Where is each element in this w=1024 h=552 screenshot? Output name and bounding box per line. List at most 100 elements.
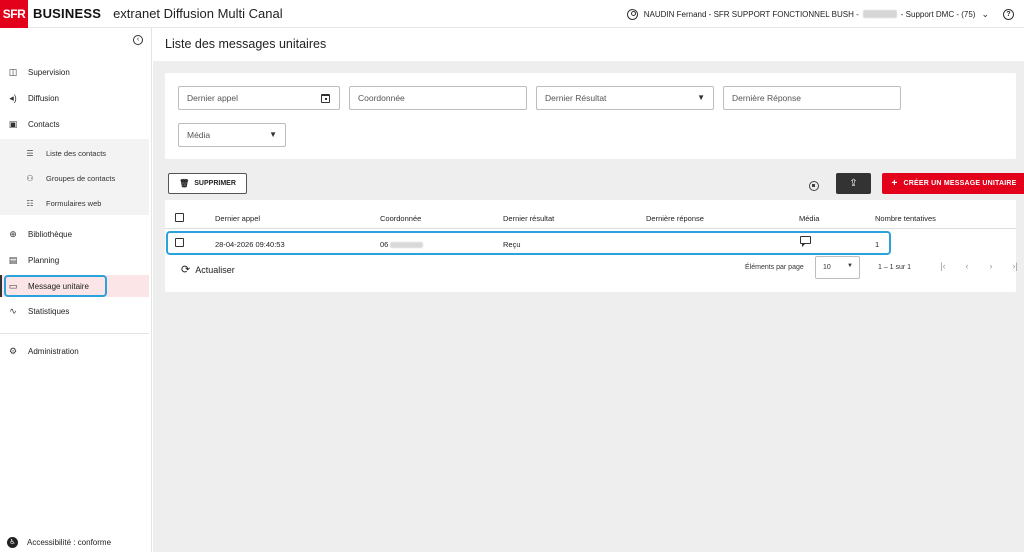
sidebar-item-administration[interactable]: ⚙ Administration	[0, 340, 152, 362]
contacts-icon: ▣	[8, 118, 18, 129]
last-page-icon[interactable]: ›|	[1003, 261, 1024, 271]
user-menu[interactable]: NAUDIN Fernand - SFR SUPPORT FONCTIONNEL…	[626, 0, 1014, 28]
sidebar-subitem-label: Formulaires web	[46, 198, 102, 208]
column-header[interactable]: Dernier appel	[215, 214, 260, 223]
page-title: Liste des messages unitaires	[165, 37, 327, 51]
field-placeholder: Coordonnée	[358, 93, 405, 103]
column-header[interactable]: Dernier résultat	[503, 214, 554, 223]
refresh-button[interactable]: ⟳ Actualiser	[181, 263, 235, 276]
app-title: extranet Diffusion Multi Canal	[113, 6, 283, 21]
logo-sfr-text: SFR	[2, 6, 26, 21]
table-header: Dernier appel Coordonnée Dernier résulta…	[165, 205, 1016, 229]
dernier-resultat-select[interactable]: Dernier Résultat ▼	[536, 86, 714, 110]
plus-icon: +	[891, 178, 898, 189]
delete-button[interactable]: 🗑 SUPPRIMER	[168, 173, 247, 194]
trash-icon: 🗑	[179, 179, 190, 188]
sidebar-item-message-unitaire[interactable]: ▭ Message unitaire	[0, 275, 149, 297]
items-per-page-select[interactable]: 10 ▼	[815, 256, 860, 279]
items-per-page-value: 10	[823, 264, 831, 271]
redacted-text	[862, 10, 897, 18]
user-name-prefix: NAUDIN Fernand - SFR SUPPORT FONCTIONNEL…	[643, 9, 859, 19]
column-header[interactable]: Dernière réponse	[646, 214, 704, 223]
field-placeholder: Dernier Résultat	[545, 93, 607, 103]
accessibility-status[interactable]: ♿ Accessibilité : conforme	[7, 537, 111, 548]
top-header: SFR BUSINESS extranet Diffusion Multi Ca…	[0, 0, 1024, 28]
sidebar-subitem-label: Liste des contacts	[46, 148, 107, 158]
user-icon	[626, 8, 638, 20]
chat-message-icon[interactable]	[800, 236, 811, 247]
contacts-submenu: ☰ Liste des contacts ⚇ Groupes de contac…	[0, 139, 149, 215]
sidebar-item-planning[interactable]: ▤ Planning	[0, 249, 152, 271]
pagination-controls: |‹ ‹ › ›|	[931, 261, 1024, 271]
derniere-reponse-field[interactable]: Dernière Réponse	[723, 86, 901, 110]
dashboard-icon: ◫	[8, 66, 18, 77]
sfr-logo[interactable]: SFR	[0, 0, 28, 28]
accessibility-label: Accessibilité : conforme	[27, 538, 112, 547]
sidebar-item-label: Planning	[28, 255, 60, 265]
list-icon: ☰	[26, 148, 34, 158]
sidebar-item-label: Administration	[28, 346, 79, 356]
sidebar-item-label: Statistiques	[28, 306, 70, 316]
sidebar: ‹ ◫ Supervision ◂) Diffusion ▣ Contacts …	[0, 28, 152, 552]
pagination-range: 1 – 1 sur 1	[878, 264, 912, 271]
table-row[interactable]: 28-04-2026 09:40:53 06 Reçu 1	[165, 229, 1016, 255]
refresh-icon: ⟳	[181, 264, 191, 276]
sidebar-item-label: Bibliothèque	[28, 229, 73, 239]
help-icon[interactable]: ?	[1003, 8, 1014, 20]
refresh-label: Actualiser	[195, 264, 235, 275]
column-header[interactable]: Coordonnée	[380, 214, 421, 223]
dernier-appel-date-field[interactable]: Dernier appel	[178, 86, 340, 110]
chevron-down-icon[interactable]: ⌄	[981, 9, 989, 20]
sidebar-item-contacts[interactable]: ▣ Contacts	[0, 113, 152, 135]
coordonnee-field[interactable]: Coordonnée	[349, 86, 527, 110]
sidebar-item-liste-contacts[interactable]: ☰ Liste des contacts	[0, 142, 149, 164]
first-page-icon[interactable]: |‹	[931, 261, 955, 271]
create-message-button[interactable]: + CRÉER UN MESSAGE UNITAIRE	[882, 173, 1024, 194]
dropdown-arrow-icon: ▼	[697, 93, 705, 102]
stop-icon[interactable]	[809, 181, 819, 191]
selection-highlight	[4, 275, 107, 297]
next-page-icon[interactable]: ›	[979, 261, 1003, 271]
page-title-bar: Liste des messages unitaires	[153, 28, 1024, 61]
results-panel: 🗑 SUPPRIMER ⇪ + CRÉER UN MESSAGE UNITAIR…	[165, 170, 1024, 292]
upload-icon: ⇪	[849, 178, 858, 189]
megaphone-icon: ◂)	[9, 92, 17, 103]
sidebar-item-diffusion[interactable]: ◂) Diffusion	[0, 87, 152, 109]
row-checkbox[interactable]	[175, 238, 184, 247]
sidebar-divider	[0, 333, 149, 334]
cell-dernier-resultat: Reçu	[503, 240, 521, 249]
sidebar-item-bibliotheque[interactable]: ⊕ Bibliothèque	[0, 223, 152, 245]
collapse-sidebar-icon[interactable]: ‹	[133, 35, 143, 45]
column-header[interactable]: Média	[799, 214, 819, 223]
calendar-icon[interactable]	[321, 94, 330, 103]
user-name-suffix: - Support DMC - (75)	[900, 9, 976, 19]
sidebar-item-formulaires-web[interactable]: ☷ Formulaires web	[0, 192, 149, 214]
sidebar-item-statistiques[interactable]: ∿ Statistiques	[0, 300, 152, 322]
dropdown-arrow-icon: ▼	[847, 263, 853, 269]
sidebar-item-label: Contacts	[28, 119, 60, 129]
items-per-page-label: Éléments par page	[745, 264, 804, 271]
field-placeholder: Dernier appel	[187, 93, 239, 103]
delete-button-label: SUPPRIMER	[194, 180, 236, 187]
accessibility-icon: ♿	[7, 537, 18, 548]
select-all-checkbox[interactable]	[175, 213, 184, 222]
sidebar-subitem-label: Groupes de contacts	[46, 173, 116, 183]
field-placeholder: Dernière Réponse	[732, 93, 801, 103]
field-placeholder: Média	[187, 130, 211, 140]
upload-button[interactable]: ⇪	[836, 173, 871, 194]
column-header[interactable]: Nombre tentatives	[875, 214, 936, 223]
sidebar-item-supervision[interactable]: ◫ Supervision	[0, 61, 152, 83]
previous-page-icon[interactable]: ‹	[955, 261, 979, 271]
cell-dernier-appel: 28-04-2026 09:40:53	[215, 240, 285, 249]
logo-business-text: BUSINESS	[33, 6, 102, 21]
admin-gear-icon: ⚙	[8, 345, 18, 356]
form-icon: ☷	[26, 198, 34, 208]
create-button-label: CRÉER UN MESSAGE UNITAIRE	[903, 180, 1017, 187]
media-select[interactable]: Média ▼	[178, 123, 286, 147]
cell-coordonnee: 06	[380, 240, 424, 249]
sidebar-item-groupes-contacts[interactable]: ⚇ Groupes de contacts	[0, 167, 149, 189]
filter-panel: Dernier appel Coordonnée Dernier Résulta…	[165, 73, 1016, 159]
library-icon: ⊕	[9, 228, 17, 239]
sidebar-item-label: Supervision	[28, 67, 70, 77]
table-footer: ⟳ Actualiser Éléments par page 10 ▼ 1 – …	[165, 256, 1018, 280]
